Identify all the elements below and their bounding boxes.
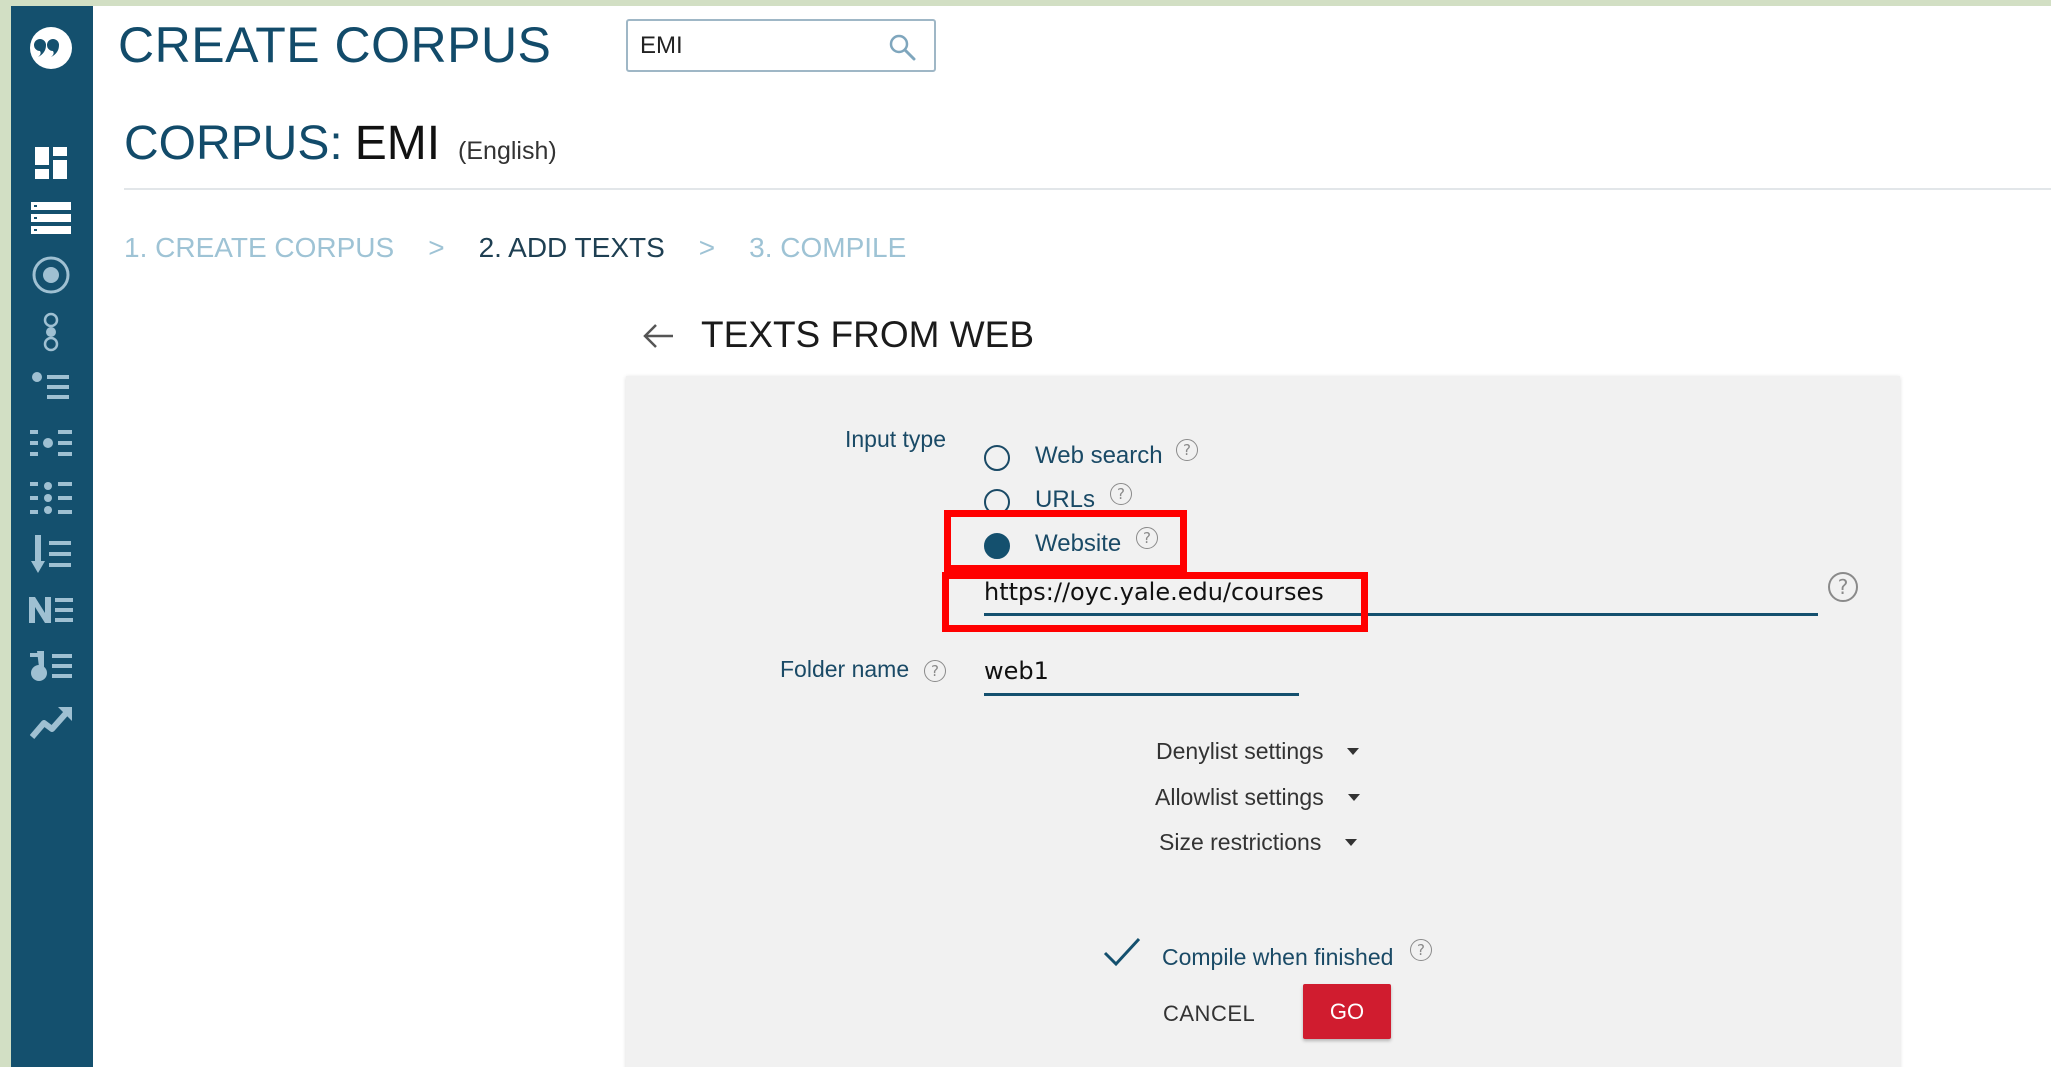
corpus-name: EMI	[354, 117, 441, 170]
url-field-highlight	[942, 572, 1368, 632]
compile-when-finished-label[interactable]: Compile when finished	[1162, 944, 1393, 971]
size-restrictions-label: Size restrictions	[1159, 829, 1322, 855]
grid-list-icon[interactable]	[27, 474, 75, 522]
trend-icon[interactable]	[27, 698, 75, 746]
input-type-label: Input type	[845, 426, 947, 452]
help-icon[interactable]: ?	[1828, 572, 1858, 602]
help-icon[interactable]: ?	[1110, 483, 1132, 505]
bullet-list-icon[interactable]	[27, 363, 75, 411]
concordance-icon[interactable]	[27, 308, 75, 356]
step-compile[interactable]: 3. COMPILE	[749, 232, 906, 264]
folder-name-input[interactable]	[984, 654, 1299, 696]
sidebar	[11, 6, 93, 1067]
section-title: TEXTS FROM WEB	[701, 314, 1034, 355]
dashboard-icon[interactable]	[27, 139, 75, 187]
denylist-settings-toggle[interactable]: Denylist settings	[1156, 738, 1360, 765]
corpus-heading: CORPUS: EMI (English)	[124, 116, 557, 171]
sort-list-icon[interactable]	[27, 530, 75, 578]
breadcrumb: 1. CREATE CORPUS > 2. ADD TEXTS > 3. COM…	[124, 232, 906, 264]
search-box[interactable]	[626, 19, 936, 72]
keyword-icon[interactable]	[27, 642, 75, 690]
corpus-label: CORPUS:	[124, 117, 343, 170]
website-option-highlight	[944, 510, 1187, 572]
help-icon[interactable]: ?	[924, 660, 946, 682]
cancel-button[interactable]: CANCEL	[1163, 1001, 1255, 1027]
web-texts-form: Input type Web search ? URLs ? Website ?…	[626, 376, 1900, 1067]
chevron-right-icon: >	[428, 232, 445, 263]
dots-list-icon[interactable]	[27, 419, 75, 467]
help-icon[interactable]: ?	[1176, 439, 1198, 461]
size-restrictions-toggle[interactable]: Size restrictions	[1159, 829, 1358, 856]
target-icon[interactable]	[27, 251, 75, 299]
ngram-icon[interactable]	[27, 586, 75, 634]
checkmark-icon[interactable]	[1102, 936, 1142, 973]
app-window: CREATE CORPUS CORPUS: EMI (English) 1. C…	[11, 6, 2051, 1067]
search-icon[interactable]	[888, 33, 916, 66]
page-title: CREATE CORPUS	[118, 17, 552, 73]
step-add-texts[interactable]: 2. ADD TEXTS	[479, 232, 665, 264]
chevron-right-icon: >	[698, 232, 716, 263]
denylist-settings-label: Denylist settings	[1156, 738, 1324, 764]
allowlist-settings-label: Allowlist settings	[1155, 784, 1324, 810]
allowlist-settings-toggle[interactable]: Allowlist settings	[1155, 784, 1360, 811]
step-create-corpus[interactable]: 1. CREATE CORPUS	[124, 232, 394, 264]
folder-name-label: Folder name	[780, 656, 910, 682]
corpus-language: (English)	[458, 137, 557, 165]
caret-down-icon	[1347, 748, 1360, 755]
radio-web-search-label[interactable]: Web search	[1035, 442, 1163, 470]
back-arrow-icon[interactable]	[641, 322, 675, 355]
logo-icon[interactable]	[27, 24, 75, 72]
caret-down-icon	[1345, 839, 1358, 846]
list-icon[interactable]	[27, 194, 75, 242]
help-icon[interactable]: ?	[1410, 939, 1432, 961]
search-input[interactable]	[640, 31, 880, 61]
caret-down-icon	[1347, 794, 1360, 801]
header-divider	[124, 188, 2051, 190]
go-button[interactable]: GO	[1303, 984, 1391, 1039]
radio-web-search[interactable]	[984, 445, 1010, 471]
